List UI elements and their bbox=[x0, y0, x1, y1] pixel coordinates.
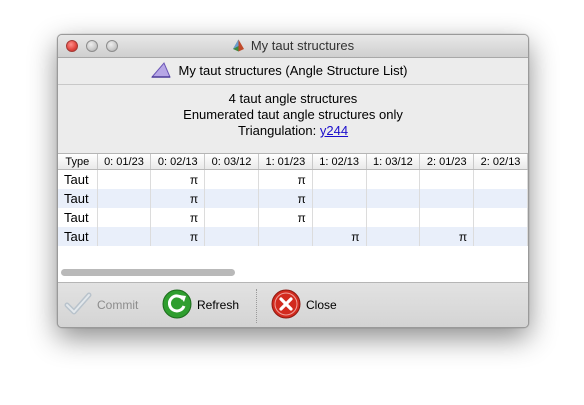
angle-icon bbox=[150, 61, 172, 88]
angle-cell bbox=[419, 189, 475, 208]
button-bar: Commit Refresh Close bbox=[58, 283, 528, 327]
angle-cell bbox=[366, 169, 421, 189]
window-title-text: My taut structures bbox=[250, 38, 355, 53]
angle-cell bbox=[204, 169, 259, 189]
column-header[interactable]: 0: 03/12 bbox=[204, 154, 259, 170]
checkmark-icon bbox=[64, 291, 92, 320]
triangulation-link[interactable]: y244 bbox=[320, 123, 348, 138]
angle-cell bbox=[312, 208, 367, 227]
angle-cell bbox=[97, 189, 152, 208]
angle-cell: π bbox=[312, 227, 367, 246]
toolbar-separator bbox=[256, 289, 257, 323]
packet-header-title: My taut structures (Angle Structure List… bbox=[178, 63, 408, 78]
column-header[interactable]: 0: 02/13 bbox=[150, 154, 206, 170]
angle-cell: π bbox=[150, 169, 206, 189]
angle-structure-table-area: Type 0: 01/23 0: 02/13 0: 03/12 1: 01/23… bbox=[58, 153, 528, 283]
angle-cell bbox=[204, 227, 259, 246]
close-label: Close bbox=[306, 298, 337, 312]
angle-cell bbox=[473, 189, 528, 208]
angle-cell bbox=[312, 189, 367, 208]
table-row[interactable]: Taut π π bbox=[58, 189, 528, 208]
angle-cell bbox=[312, 169, 367, 189]
enumeration-note: Enumerated taut angle structures only bbox=[183, 107, 403, 122]
type-cell: Taut bbox=[58, 169, 98, 189]
angle-cell bbox=[419, 208, 475, 227]
refresh-label: Refresh bbox=[197, 298, 240, 312]
angle-cell bbox=[473, 169, 528, 189]
type-cell: Taut bbox=[58, 189, 98, 208]
angle-cell: π bbox=[258, 169, 313, 189]
column-header[interactable]: 2: 02/13 bbox=[473, 154, 528, 170]
horizontal-scrollbar[interactable] bbox=[58, 266, 528, 279]
angle-cell bbox=[419, 169, 475, 189]
angle-cell: π bbox=[258, 189, 313, 208]
column-header[interactable]: 2: 01/23 bbox=[419, 154, 475, 170]
angle-cell bbox=[366, 208, 421, 227]
angle-cell bbox=[97, 169, 152, 189]
angle-cell bbox=[97, 208, 152, 227]
angle-cell: π bbox=[150, 208, 206, 227]
table-header-row: Type 0: 01/23 0: 02/13 0: 03/12 1: 01/23… bbox=[58, 154, 528, 170]
polyhedron-icon bbox=[232, 37, 245, 59]
angle-cell bbox=[366, 227, 421, 246]
angle-cell bbox=[473, 227, 528, 246]
angle-cell: π bbox=[150, 227, 206, 246]
refresh-button[interactable]: Refresh bbox=[162, 289, 239, 321]
structure-count: 4 taut angle structures bbox=[228, 91, 358, 106]
close-button[interactable]: Close bbox=[271, 289, 337, 321]
angle-cell bbox=[258, 227, 313, 246]
scrollbar-thumb[interactable] bbox=[61, 269, 235, 276]
angle-cell: π bbox=[419, 227, 475, 246]
column-header[interactable]: 0: 01/23 bbox=[97, 154, 152, 170]
column-header[interactable]: Type bbox=[58, 154, 98, 170]
window-title: My taut structures bbox=[58, 35, 528, 57]
angle-cell bbox=[204, 208, 259, 227]
column-header[interactable]: 1: 02/13 bbox=[312, 154, 367, 170]
column-header[interactable]: 1: 01/23 bbox=[258, 154, 313, 170]
triangulation-label: Triangulation: bbox=[237, 123, 317, 138]
commit-label: Commit bbox=[97, 298, 139, 312]
close-icon bbox=[271, 289, 301, 322]
type-cell: Taut bbox=[58, 227, 98, 246]
commit-button[interactable]: Commit bbox=[64, 289, 138, 321]
table-row[interactable]: Taut π π π bbox=[58, 227, 528, 246]
structure-info: 4 taut angle structures Enumerated taut … bbox=[58, 91, 528, 151]
angle-cell bbox=[204, 189, 259, 208]
column-header[interactable]: 1: 03/12 bbox=[366, 154, 421, 170]
angle-structure-table: Type 0: 01/23 0: 02/13 0: 03/12 1: 01/23… bbox=[58, 154, 528, 246]
refresh-icon bbox=[162, 289, 192, 322]
angle-structure-window: My taut structures My taut structures (A… bbox=[57, 34, 529, 328]
angle-cell bbox=[366, 189, 421, 208]
angle-cell bbox=[97, 227, 152, 246]
table-row[interactable]: Taut π π bbox=[58, 208, 528, 227]
table-row[interactable]: Taut π π bbox=[58, 169, 528, 189]
angle-cell bbox=[473, 208, 528, 227]
angle-cell: π bbox=[150, 189, 206, 208]
packet-header: My taut structures (Angle Structure List… bbox=[58, 58, 528, 85]
triangulation-line: Triangulation: y244 bbox=[58, 123, 528, 139]
angle-cell: π bbox=[258, 208, 313, 227]
type-cell: Taut bbox=[58, 208, 98, 227]
title-bar[interactable]: My taut structures bbox=[58, 35, 528, 58]
